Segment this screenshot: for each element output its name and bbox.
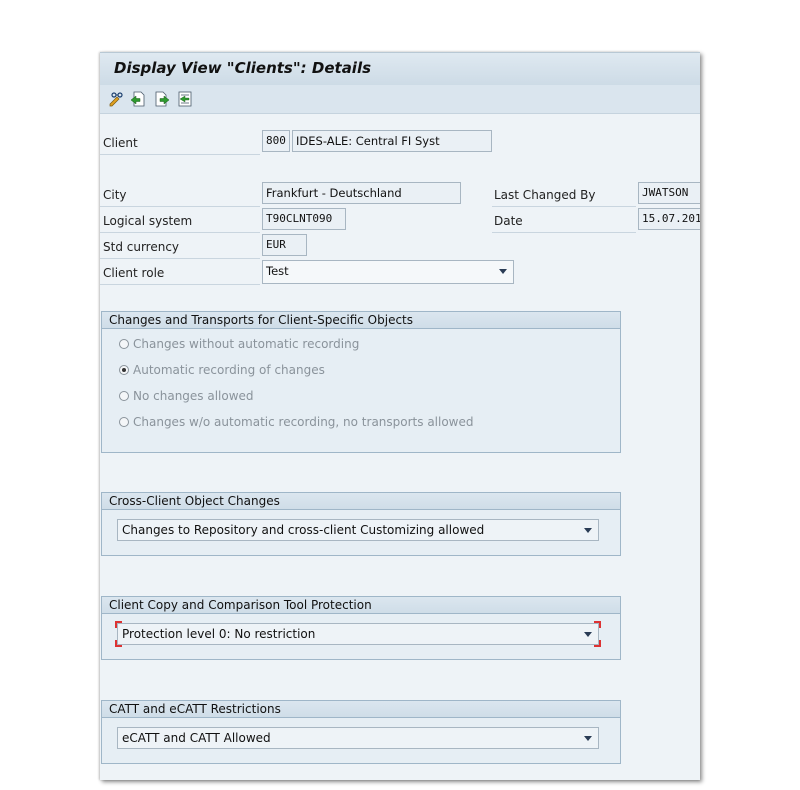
- catt-dropdown[interactable]: eCATT and CATT Allowed: [117, 727, 599, 749]
- focus-indicator: [115, 621, 122, 628]
- chevron-down-icon[interactable]: [584, 528, 592, 533]
- chevron-down-icon[interactable]: [584, 632, 592, 637]
- detail-area: Client 800 IDES-ALE: Central FI Syst Cit…: [100, 114, 700, 780]
- group-title: Changes and Transports for Client-Specif…: [102, 312, 620, 329]
- row-separator: [100, 206, 260, 207]
- radio-icon[interactable]: [119, 417, 129, 427]
- select-block-icon[interactable]: [177, 91, 193, 107]
- display-change-icon[interactable]: [108, 91, 124, 107]
- cross-client-value: Changes to Repository and cross-client C…: [122, 523, 485, 537]
- chevron-down-icon[interactable]: [499, 269, 507, 274]
- next-entry-icon[interactable]: [154, 91, 170, 107]
- group-title: Client Copy and Comparison Tool Protecti…: [102, 597, 620, 614]
- focus-indicator: [594, 621, 601, 628]
- group-title: Cross-Client Object Changes: [102, 493, 620, 510]
- catt-value: eCATT and CATT Allowed: [122, 731, 271, 745]
- previous-entry-icon[interactable]: [130, 91, 146, 107]
- copy-protection-group: Client Copy and Comparison Tool Protecti…: [101, 596, 621, 660]
- row-separator: [492, 232, 636, 233]
- last-changed-by-field[interactable]: JWATSON: [638, 182, 700, 204]
- focus-indicator: [594, 640, 601, 647]
- client-number-field[interactable]: 800: [262, 130, 290, 152]
- row-separator: [492, 206, 636, 207]
- client-role-dropdown[interactable]: Test: [262, 260, 514, 284]
- chevron-down-icon[interactable]: [584, 736, 592, 741]
- last-changed-by-label: Last Changed By: [494, 188, 596, 202]
- date-label: Date: [494, 214, 523, 228]
- std-currency-label: Std currency: [103, 240, 180, 254]
- row-separator: [100, 232, 260, 233]
- title-bar: Display View "Clients": Details: [100, 52, 700, 85]
- catt-group: CATT and eCATT Restrictions eCATT and CA…: [101, 700, 621, 764]
- logical-system-label: Logical system: [103, 214, 193, 228]
- cross-client-group: Cross-Client Object Changes Changes to R…: [101, 492, 621, 556]
- application-toolbar: [100, 85, 700, 114]
- page-title: Display View "Clients": Details: [114, 59, 372, 77]
- std-currency-field[interactable]: EUR: [262, 234, 307, 256]
- row-separator: [100, 154, 260, 155]
- row-separator: [100, 258, 260, 259]
- copy-protection-dropdown[interactable]: Protection level 0: No restriction: [115, 621, 601, 647]
- row-separator: [100, 284, 260, 285]
- client-name-field[interactable]: IDES-ALE: Central FI Syst: [292, 130, 492, 152]
- changes-transports-group: Changes and Transports for Client-Specif…: [101, 311, 621, 453]
- radio-icon[interactable]: [119, 339, 129, 349]
- cross-client-dropdown[interactable]: Changes to Repository and cross-client C…: [117, 519, 599, 541]
- sap-window: Display View "Clients": Details Client 8…: [100, 52, 700, 780]
- client-role-label: Client role: [103, 266, 165, 280]
- radio-selected-icon[interactable]: [119, 365, 129, 375]
- client-role-value: Test: [266, 264, 289, 278]
- logical-system-field[interactable]: T90CLNT090: [262, 208, 346, 230]
- radio-icon[interactable]: [119, 391, 129, 401]
- client-label: Client: [103, 136, 138, 150]
- group-title: CATT and eCATT Restrictions: [102, 701, 620, 718]
- copy-protection-value: Protection level 0: No restriction: [122, 627, 316, 641]
- city-label: City: [103, 188, 127, 202]
- focus-indicator: [115, 640, 122, 647]
- city-field[interactable]: Frankfurt - Deutschland: [262, 182, 461, 204]
- date-field[interactable]: 15.07.201: [638, 208, 700, 230]
